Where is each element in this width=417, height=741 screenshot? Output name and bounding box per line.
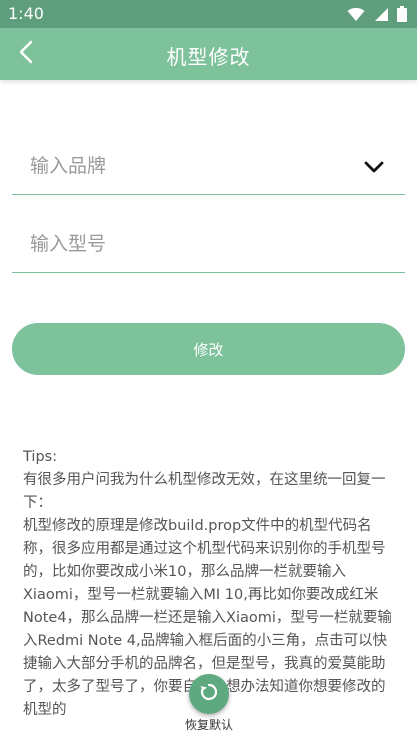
restore-default-button[interactable] xyxy=(189,674,229,714)
modify-button[interactable]: 修改 xyxy=(12,323,405,375)
app-bar: 机型修改 xyxy=(0,28,417,80)
model-field xyxy=(12,218,405,273)
chevron-down-icon xyxy=(364,158,384,177)
restore-default-label: 恢复默认 xyxy=(184,718,233,732)
status-time: 1:40 xyxy=(8,4,44,23)
restore-icon xyxy=(199,682,219,706)
wifi-icon xyxy=(347,7,365,26)
tips-paragraph: 有很多用户问我为什么机型修改无效，在这里统一回复一下： xyxy=(23,472,386,511)
brand-input[interactable] xyxy=(12,140,370,192)
signal-icon xyxy=(373,7,389,26)
tips-heading: Tips: xyxy=(23,449,58,465)
brand-dropdown-button[interactable] xyxy=(361,154,387,180)
page-title: 机型修改 xyxy=(166,45,251,69)
status-bar: 1:40 xyxy=(0,0,417,28)
brand-field xyxy=(12,140,405,195)
status-icons xyxy=(347,6,407,26)
model-input[interactable] xyxy=(12,218,370,270)
battery-icon xyxy=(397,6,407,26)
